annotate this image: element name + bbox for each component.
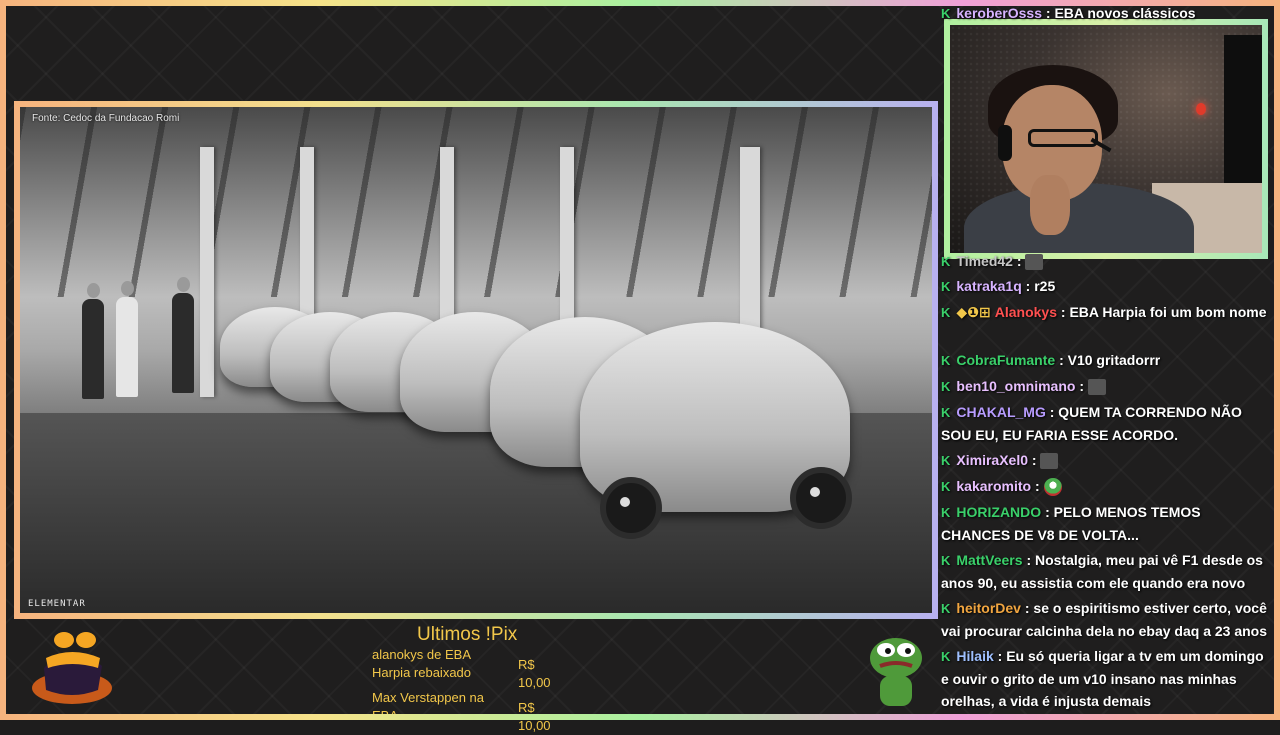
mascot-icon — [32, 632, 112, 704]
chat-username[interactable]: heitorDev — [956, 600, 1021, 616]
chat-message: K CHAKAL_MG : QUEM TA CORRENDO NÃO SOU EU… — [941, 401, 1271, 446]
kick-badge-icon: K — [941, 453, 951, 468]
chat-message: K Timed42 : — [941, 250, 1271, 273]
car-wheel — [600, 477, 662, 539]
subscriber-badges-icon: ◆❶⊞ — [956, 304, 991, 320]
chat-username[interactable]: CobraFumante — [956, 352, 1055, 368]
chat-username[interactable]: Timed42 — [956, 253, 1013, 269]
chat-message: Kkakaromito : — [941, 475, 1271, 498]
chat-text: : V10 gritadorrr — [1059, 352, 1161, 368]
kick-badge-icon: K — [941, 305, 951, 320]
chat-message: K HORIZANDO : PELO MENOS TEMOS CHANCES DE… — [941, 501, 1271, 546]
emote-icon — [1087, 379, 1106, 396]
emote-icon — [1025, 254, 1044, 271]
chat-message: Kben10_omnimano : — [941, 375, 1271, 398]
pix-donor: alanokys de EBA Harpia rebaixado — [372, 647, 472, 680]
chat-message: K XimiraXel0 : — [941, 449, 1271, 472]
kick-badge-icon: K — [941, 405, 951, 420]
chat-username[interactable]: katraka1q — [956, 278, 1021, 294]
kick-badge-icon: K — [941, 553, 951, 568]
kick-badge-icon: K — [941, 601, 951, 616]
pix-title: Ultimos !Pix — [417, 624, 518, 645]
channel-watermark: ELEMENTAR — [28, 599, 86, 609]
main-video-frame: Fonte: Cedoc da Fundacao Romi ELEMENTAR — [14, 101, 938, 619]
pepe-frog-icon — [870, 638, 922, 706]
kick-badge-icon: K — [941, 279, 951, 294]
person — [82, 283, 104, 399]
photo-credit: Fonte: Cedoc da Fundacao Romi — [32, 113, 180, 124]
kick-badge-icon: K — [941, 353, 951, 368]
chat-text: : EBA novos clássicos — [1045, 5, 1196, 21]
kick-badge-icon: K — [941, 479, 951, 494]
chat-text: : — [1016, 253, 1022, 269]
chat-username[interactable]: ben10_omnimano — [956, 378, 1075, 394]
pix-value: R$ 10,00 — [518, 657, 551, 690]
chat-message: Kkatraka1q : r25 — [941, 275, 1271, 298]
chat-username[interactable]: Hilaik — [956, 648, 993, 664]
chat-message: K ◆❶⊞ Alanokys : EBA Harpia foi um bom nom… — [941, 301, 1271, 324]
chat-username[interactable]: MattVeers — [956, 552, 1022, 568]
kick-badge-icon: K — [941, 379, 951, 394]
chat-message: KkeroberOsss : EBA novos clássicos — [941, 2, 1271, 25]
chat-username[interactable]: CHAKAL_MG — [956, 404, 1045, 420]
car-wheel — [790, 467, 852, 529]
main-video[interactable]: Fonte: Cedoc da Fundacao Romi ELEMENTAR — [20, 107, 932, 613]
chat-username[interactable]: kakaromito — [956, 478, 1031, 494]
person — [116, 281, 138, 397]
kick-badge-icon: K — [941, 254, 951, 269]
frog-emote-icon — [1043, 478, 1062, 497]
chat-text: : — [1079, 378, 1084, 394]
pix-value: R$ 10,00 — [518, 700, 551, 733]
chat-panel: KkeroberOsss : EBA novos clássicos K Time… — [941, 0, 1274, 720]
kick-badge-icon: K — [941, 505, 951, 520]
chat-message: KheitorDev : se o espiritismo estiver ce… — [941, 597, 1271, 642]
kick-badge-icon: K — [941, 6, 951, 21]
chat-message: K MattVeers : Nostalgia, meu pai vê F1 de… — [941, 549, 1271, 594]
emote-icon — [1040, 453, 1059, 470]
person — [172, 277, 194, 393]
factory-roof — [20, 107, 932, 297]
kick-badge-icon: K — [941, 649, 951, 664]
chat-text: : EBA Harpia foi um bom nome — [1060, 304, 1267, 320]
chat-text: : — [1034, 478, 1040, 494]
chat-text: : — [1031, 452, 1037, 468]
chat-username[interactable]: Alanokys — [995, 304, 1057, 320]
pillar — [200, 147, 214, 397]
chat-message: K CobraFumante : V10 gritadorrr — [941, 349, 1271, 372]
chat-message: K Hilaik : Eu só queria ligar a tv em um … — [941, 645, 1271, 712]
chat-username[interactable]: keroberOsss — [956, 5, 1042, 21]
chat-username[interactable]: XimiraXel0 — [956, 452, 1028, 468]
chat-text: : r25 — [1025, 278, 1056, 294]
chat-username[interactable]: HORIZANDO — [956, 504, 1041, 520]
